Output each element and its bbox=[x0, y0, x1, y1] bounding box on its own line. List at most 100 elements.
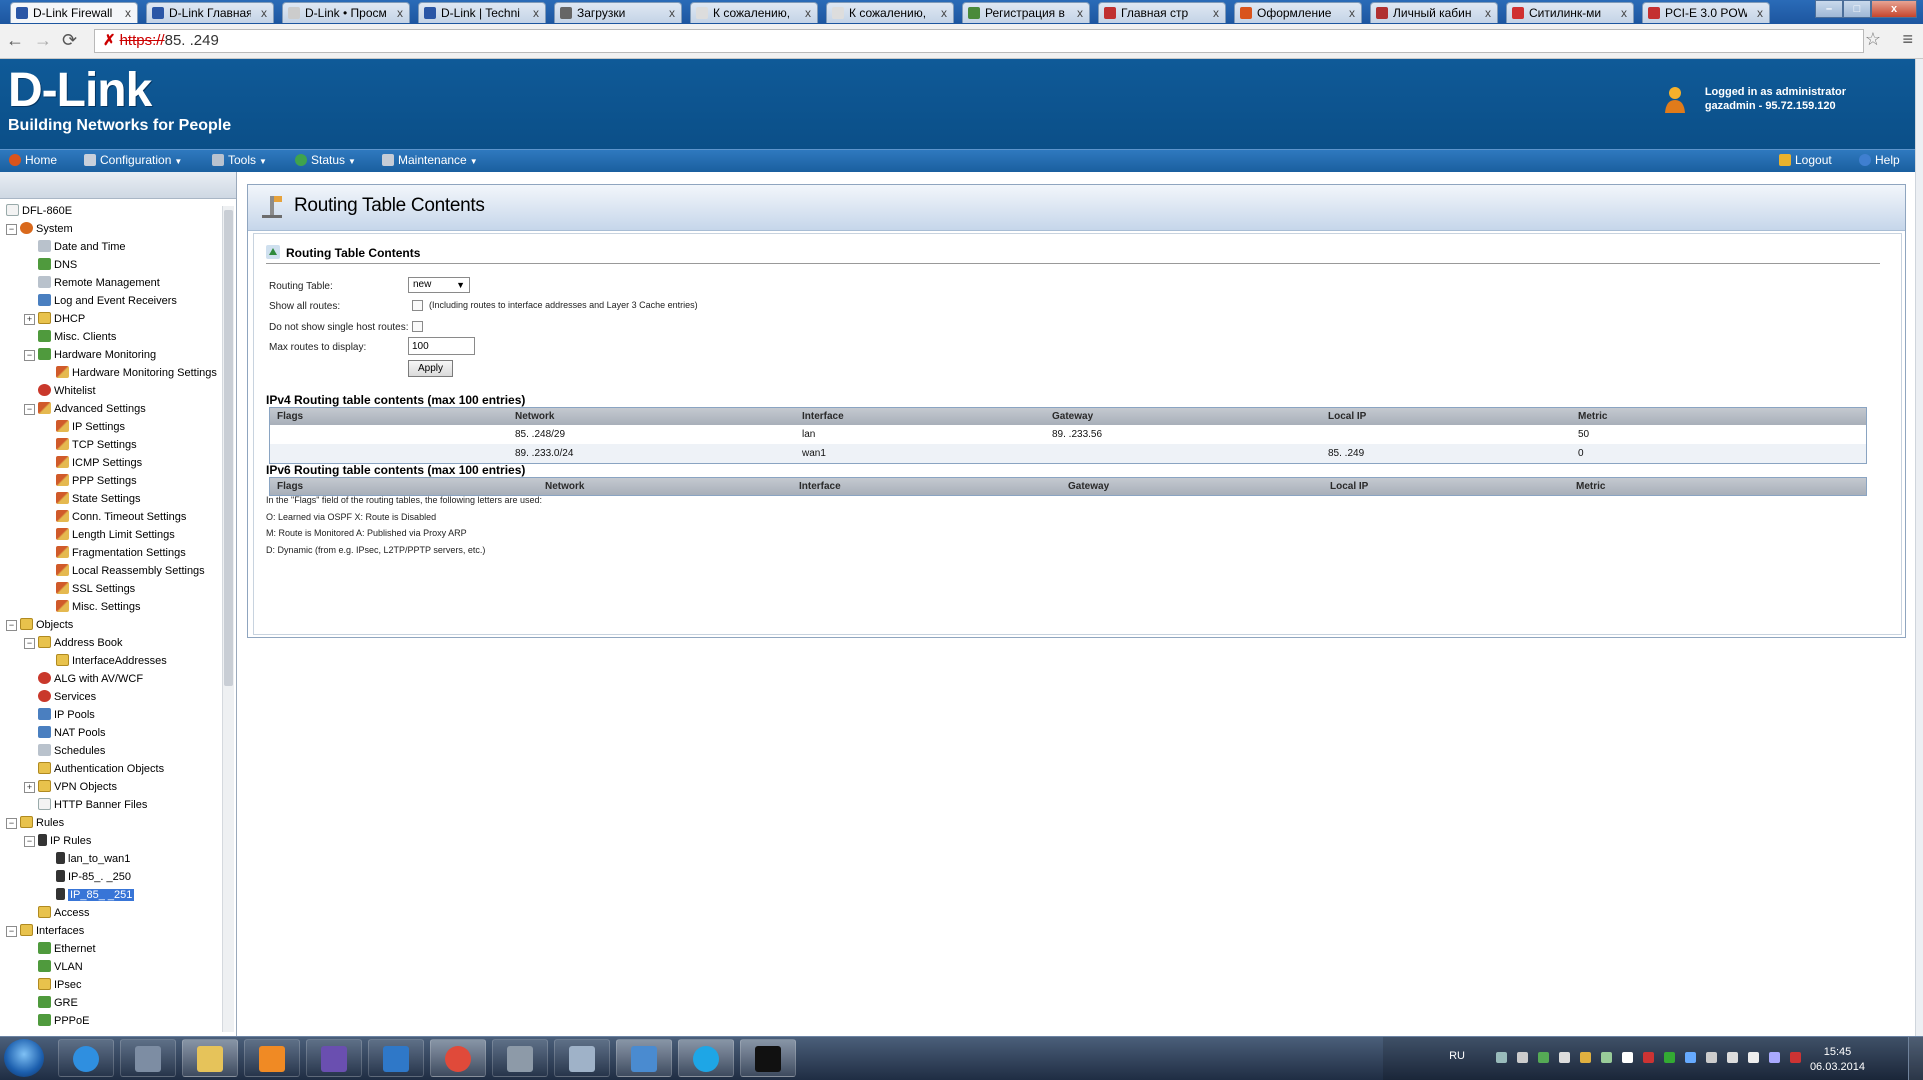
browser-tab[interactable]: Регистрация в x bbox=[962, 2, 1090, 23]
tree-item[interactable]: Schedules bbox=[24, 744, 105, 760]
browser-tab[interactable]: Ситилинк-ми x bbox=[1506, 2, 1634, 23]
tree-item[interactable]: − System bbox=[6, 222, 73, 238]
close-icon[interactable]: x bbox=[397, 3, 403, 23]
taskbar-app-remote[interactable] bbox=[492, 1039, 548, 1077]
back-arrow-icon[interactable]: ← bbox=[6, 30, 24, 51]
no-single-host-checkbox[interactable] bbox=[412, 321, 423, 332]
tree-item[interactable]: SSL Settings bbox=[42, 582, 135, 598]
close-icon[interactable]: x bbox=[669, 3, 675, 23]
taskbar-app-network[interactable] bbox=[120, 1039, 176, 1077]
close-icon[interactable]: x bbox=[533, 3, 539, 23]
max-routes-input[interactable] bbox=[408, 337, 475, 355]
collapse-icon[interactable]: − bbox=[6, 926, 17, 937]
tray-icon[interactable] bbox=[1601, 1052, 1612, 1063]
tray-icon[interactable] bbox=[1769, 1052, 1780, 1063]
taskbar-app-control-panel[interactable] bbox=[616, 1039, 672, 1077]
tray-icon[interactable] bbox=[1685, 1052, 1696, 1063]
help-link[interactable]: Help bbox=[1859, 153, 1900, 167]
tree-item[interactable]: Fragmentation Settings bbox=[42, 546, 186, 562]
tree-item[interactable]: Whitelist bbox=[24, 384, 96, 400]
show-all-routes-checkbox[interactable] bbox=[412, 300, 423, 311]
tree-item[interactable]: DFL-860E bbox=[6, 204, 72, 220]
tree-scrollbar-thumb[interactable] bbox=[224, 210, 233, 686]
bookmark-star-icon[interactable]: ☆ bbox=[1865, 29, 1881, 50]
tree-item[interactable]: − IP Rules bbox=[24, 834, 91, 850]
maximize-button[interactable]: □ bbox=[1843, 0, 1871, 18]
show-desktop-button[interactable] bbox=[1908, 1037, 1923, 1080]
taskbar-app-cmd[interactable] bbox=[740, 1039, 796, 1077]
collapse-icon[interactable]: − bbox=[24, 638, 35, 649]
browser-menu-icon[interactable]: ≡ bbox=[1902, 29, 1913, 50]
collapse-icon[interactable]: − bbox=[6, 224, 17, 235]
browser-tab[interactable]: D-Link • Просм x bbox=[282, 2, 410, 23]
tree-item[interactable]: Date and Time bbox=[24, 240, 126, 256]
tree-item[interactable]: Authentication Objects bbox=[24, 762, 164, 778]
tree-item[interactable]: GRE bbox=[24, 996, 78, 1012]
browser-tab[interactable]: D-Link Главная x bbox=[146, 2, 274, 23]
tray-icon[interactable] bbox=[1580, 1052, 1591, 1063]
tray-icon[interactable] bbox=[1517, 1052, 1528, 1063]
tree-item[interactable]: Conn. Timeout Settings bbox=[42, 510, 186, 526]
expand-icon[interactable]: + bbox=[24, 314, 35, 325]
tree-item[interactable]: − Interfaces bbox=[6, 924, 84, 940]
tree-item[interactable]: − Hardware Monitoring bbox=[24, 348, 156, 364]
tree-item[interactable]: ICMP Settings bbox=[42, 456, 142, 472]
menu-tools[interactable]: Tools ▼ bbox=[212, 153, 267, 167]
collapse-icon[interactable]: − bbox=[24, 350, 35, 361]
tree-item[interactable]: Log and Event Receivers bbox=[24, 294, 177, 310]
tray-icon[interactable] bbox=[1664, 1052, 1675, 1063]
browser-tab[interactable]: Личный кабин x bbox=[1370, 2, 1498, 23]
tray-icon[interactable] bbox=[1790, 1052, 1801, 1063]
taskbar-app-explorer[interactable] bbox=[182, 1039, 238, 1077]
tree-item[interactable]: IP Settings bbox=[42, 420, 125, 436]
browser-tab[interactable]: Загрузки x bbox=[554, 2, 682, 23]
tree-item[interactable]: InterfaceAddresses bbox=[42, 654, 167, 670]
tree-item[interactable]: ALG with AV/WCF bbox=[24, 672, 143, 688]
taskbar-app-calculator[interactable] bbox=[554, 1039, 610, 1077]
tray-icon[interactable] bbox=[1538, 1052, 1549, 1063]
tree-item[interactable]: Misc. Settings bbox=[42, 600, 140, 616]
tree-item[interactable]: PPPoE bbox=[24, 1014, 89, 1030]
tree-item[interactable]: VLAN bbox=[24, 960, 83, 976]
collapse-icon[interactable]: − bbox=[24, 404, 35, 415]
close-icon[interactable]: x bbox=[1485, 3, 1491, 23]
close-window-button[interactable]: x bbox=[1871, 0, 1917, 18]
tree-item[interactable]: IP-85_. _250 bbox=[42, 870, 131, 886]
tree-item[interactable]: − Address Book bbox=[24, 636, 122, 652]
tree-item[interactable]: Ethernet bbox=[24, 942, 96, 958]
tree-item[interactable]: DNS bbox=[24, 258, 77, 274]
close-icon[interactable]: x bbox=[125, 3, 131, 23]
browser-tab[interactable]: D-Link Firewall x bbox=[10, 2, 138, 23]
browser-tab[interactable]: D-Link | Techni x bbox=[418, 2, 546, 23]
tray-icon[interactable] bbox=[1643, 1052, 1654, 1063]
taskbar-app-media-player[interactable] bbox=[244, 1039, 300, 1077]
reload-icon[interactable]: ⟳ bbox=[62, 30, 77, 51]
tree-item[interactable]: lan_to_wan1 bbox=[42, 852, 130, 868]
clock[interactable]: 15:45 06.03.2014 bbox=[1810, 1045, 1865, 1075]
tree-item[interactable]: Remote Management bbox=[24, 276, 160, 292]
browser-tab[interactable]: К сожалению, x bbox=[826, 2, 954, 23]
tray-icon[interactable] bbox=[1559, 1052, 1570, 1063]
tree-item[interactable]: State Settings bbox=[42, 492, 141, 508]
close-icon[interactable]: x bbox=[1213, 3, 1219, 23]
forward-arrow-icon[interactable]: → bbox=[34, 30, 52, 51]
expand-icon[interactable]: + bbox=[24, 782, 35, 793]
tree-item[interactable]: NAT Pools bbox=[24, 726, 106, 742]
url-bar[interactable]: ✗ https://85. .249 bbox=[94, 29, 1864, 53]
tree-item[interactable]: + VPN Objects bbox=[24, 780, 117, 796]
tree-item[interactable]: IP Pools bbox=[24, 708, 95, 724]
close-icon[interactable]: x bbox=[1349, 3, 1355, 23]
tree-item[interactable]: − Objects bbox=[6, 618, 73, 634]
close-icon[interactable]: x bbox=[1621, 3, 1627, 23]
tree-item[interactable]: HTTP Banner Files bbox=[24, 798, 147, 814]
tree-scrollbar[interactable] bbox=[222, 206, 234, 1032]
tree-item[interactable]: Access bbox=[24, 906, 89, 922]
close-icon[interactable]: x bbox=[1757, 3, 1763, 23]
collapse-icon[interactable]: − bbox=[6, 818, 17, 829]
tray-icon[interactable] bbox=[1496, 1052, 1507, 1063]
tray-icon[interactable] bbox=[1727, 1052, 1738, 1063]
tree-item[interactable]: + DHCP bbox=[24, 312, 85, 328]
start-button[interactable] bbox=[4, 1039, 44, 1077]
tree-item[interactable]: IPsec bbox=[24, 978, 82, 994]
collapse-icon[interactable]: − bbox=[6, 620, 17, 631]
